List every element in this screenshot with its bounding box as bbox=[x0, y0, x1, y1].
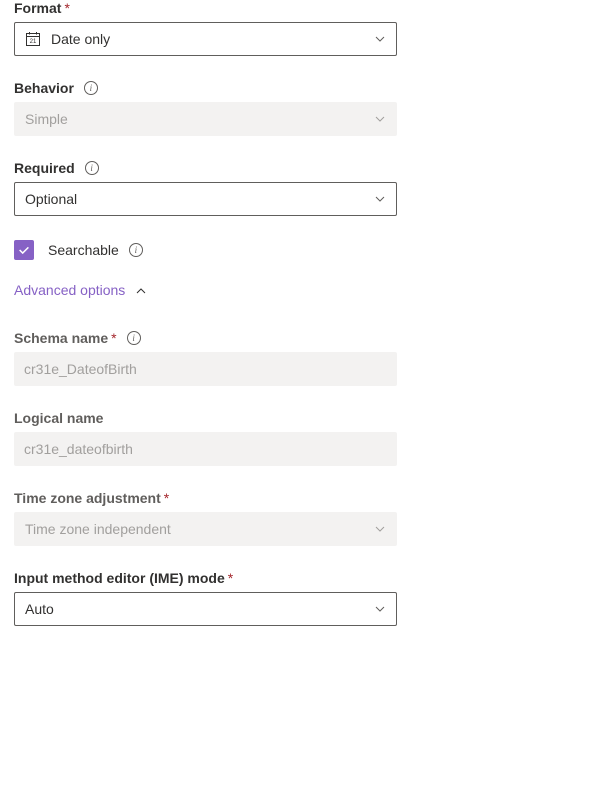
timezone-value: Time zone independent bbox=[25, 521, 171, 537]
logical-name-label: Logical name bbox=[14, 410, 103, 426]
format-label: Format bbox=[14, 0, 61, 16]
ime-select[interactable]: Auto bbox=[14, 592, 397, 626]
timezone-select: Time zone independent bbox=[14, 512, 397, 546]
chevron-down-icon bbox=[374, 193, 386, 205]
chevron-down-icon bbox=[374, 603, 386, 615]
required-asterisk: * bbox=[164, 490, 169, 506]
schema-name-value: cr31e_DateofBirth bbox=[24, 361, 137, 377]
chevron-down-icon bbox=[374, 523, 386, 535]
behavior-select: Simple bbox=[14, 102, 397, 136]
required-value: Optional bbox=[25, 191, 77, 207]
required-select[interactable]: Optional bbox=[14, 182, 397, 216]
info-icon[interactable]: i bbox=[84, 81, 98, 95]
advanced-options-label: Advanced options bbox=[14, 282, 125, 298]
svg-text:21: 21 bbox=[30, 39, 37, 45]
schema-name-input: cr31e_DateofBirth bbox=[14, 352, 397, 386]
searchable-label: Searchable bbox=[48, 242, 119, 258]
required-asterisk: * bbox=[64, 0, 69, 16]
info-icon[interactable]: i bbox=[127, 331, 141, 345]
behavior-label: Behavior bbox=[14, 80, 74, 96]
searchable-checkbox[interactable] bbox=[14, 240, 34, 260]
timezone-label: Time zone adjustment bbox=[14, 490, 161, 506]
required-asterisk: * bbox=[228, 570, 233, 586]
format-value: Date only bbox=[51, 31, 110, 47]
chevron-down-icon bbox=[374, 33, 386, 45]
behavior-value: Simple bbox=[25, 111, 68, 127]
required-label: Required bbox=[14, 160, 75, 176]
calendar-icon: 21 bbox=[25, 31, 41, 47]
chevron-down-icon bbox=[374, 113, 386, 125]
info-icon[interactable]: i bbox=[129, 243, 143, 257]
info-icon[interactable]: i bbox=[85, 161, 99, 175]
chevron-up-icon bbox=[135, 284, 147, 296]
ime-value: Auto bbox=[25, 601, 54, 617]
ime-label: Input method editor (IME) mode bbox=[14, 570, 225, 586]
format-select[interactable]: 21 Date only bbox=[14, 22, 397, 56]
logical-name-input: cr31e_dateofbirth bbox=[14, 432, 397, 466]
schema-name-label: Schema name bbox=[14, 330, 108, 346]
advanced-options-toggle[interactable]: Advanced options bbox=[14, 282, 577, 298]
required-asterisk: * bbox=[111, 330, 116, 346]
logical-name-value: cr31e_dateofbirth bbox=[24, 441, 133, 457]
